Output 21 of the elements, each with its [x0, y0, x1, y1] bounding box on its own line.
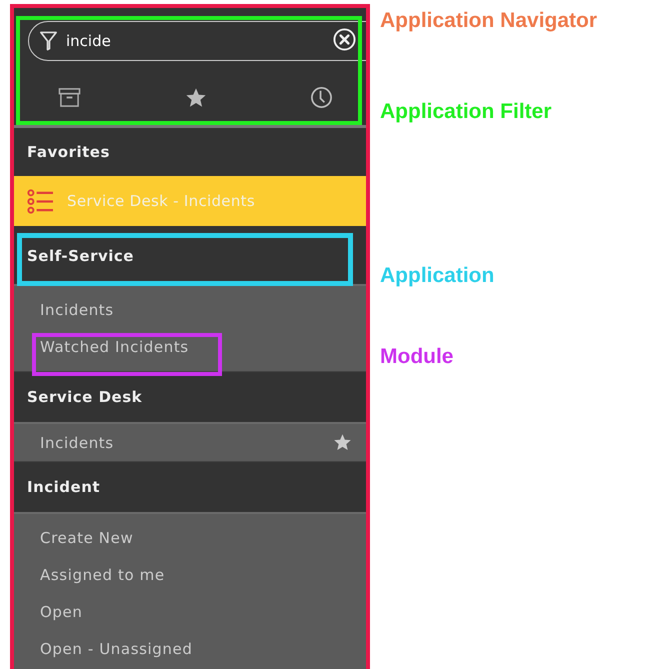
callout-label: Application Navigator [380, 9, 598, 33]
module-link[interactable]: Incidents [40, 434, 114, 452]
callout-label: Application [380, 264, 494, 288]
filter-icon [39, 30, 58, 52]
module-link[interactable]: Assigned to me [40, 566, 165, 584]
list-icon [27, 188, 54, 214]
clear-icon[interactable] [333, 28, 356, 51]
module-link[interactable]: Watched Incidents [40, 338, 189, 356]
filter-field[interactable]: incide [28, 21, 366, 61]
section-header: Favorites [26, 142, 111, 163]
archive-icon[interactable] [58, 87, 81, 108]
callout-label: Module [380, 345, 454, 369]
star-icon[interactable] [333, 433, 352, 452]
module-link[interactable]: Open [40, 602, 82, 620]
clock-icon[interactable] [310, 86, 333, 109]
module-link[interactable]: Incidents [40, 300, 114, 318]
application-header[interactable]: Self-Service [14, 226, 366, 284]
module-link[interactable]: Open - Unassigned [40, 640, 192, 658]
callout-label: Application Filter [380, 100, 552, 124]
module-link[interactable]: Create New [40, 528, 134, 546]
star-icon[interactable] [184, 86, 206, 108]
